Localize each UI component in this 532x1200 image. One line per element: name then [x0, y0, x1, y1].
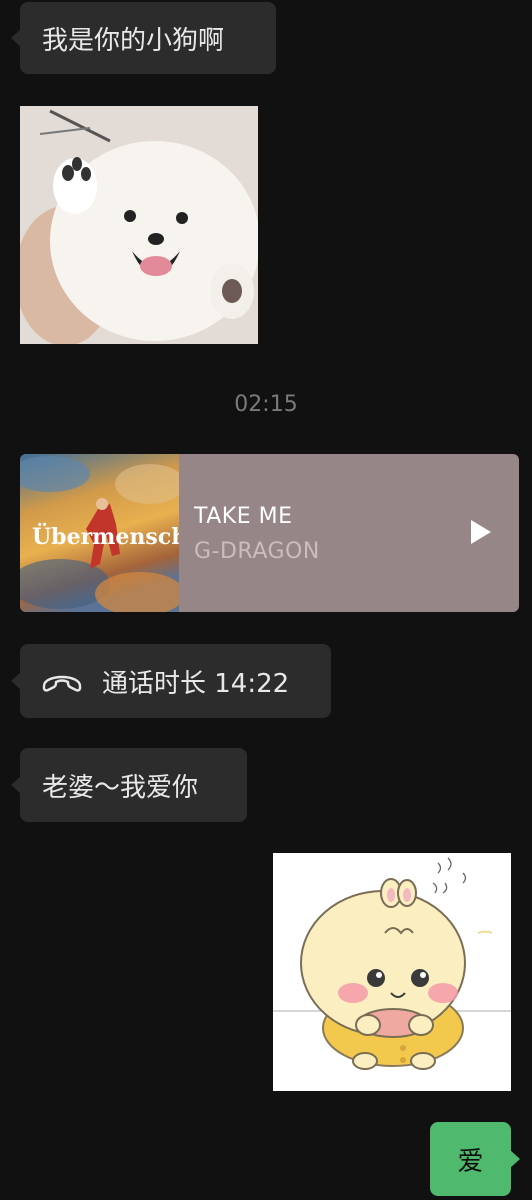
incoming-text-message[interactable]: 我是你的小狗啊	[11, 2, 276, 74]
message-timestamp: 02:15	[234, 392, 298, 417]
call-duration-text: 通话时长 14:22	[102, 668, 290, 699]
music-share-card[interactable]: Übermensch TAKE ME G-DRAGON	[20, 454, 519, 612]
sticker-message[interactable]	[273, 853, 511, 1091]
play-icon[interactable]	[471, 520, 491, 544]
album-text: Übermensch	[32, 522, 179, 550]
call-record-message[interactable]: 通话时长 14:22	[11, 644, 331, 718]
incoming-text-message[interactable]: 老婆～我爱你	[11, 748, 247, 822]
phone-hangup-icon	[42, 675, 82, 692]
puppy-photo	[20, 106, 258, 344]
outgoing-text-message[interactable]: 爱	[430, 1122, 520, 1196]
album-cover: Übermensch	[20, 454, 179, 612]
message-text: 爱	[457, 1146, 484, 1177]
message-text: 老婆～我爱你	[42, 772, 199, 803]
hamster-sticker	[273, 853, 511, 1091]
song-artist: G-DRAGON	[194, 539, 320, 564]
song-title: TAKE ME	[194, 504, 293, 529]
message-text: 我是你的小狗啊	[42, 25, 225, 56]
puppy-photo-message[interactable]	[20, 106, 258, 344]
album-cover-art: Übermensch	[20, 454, 179, 612]
